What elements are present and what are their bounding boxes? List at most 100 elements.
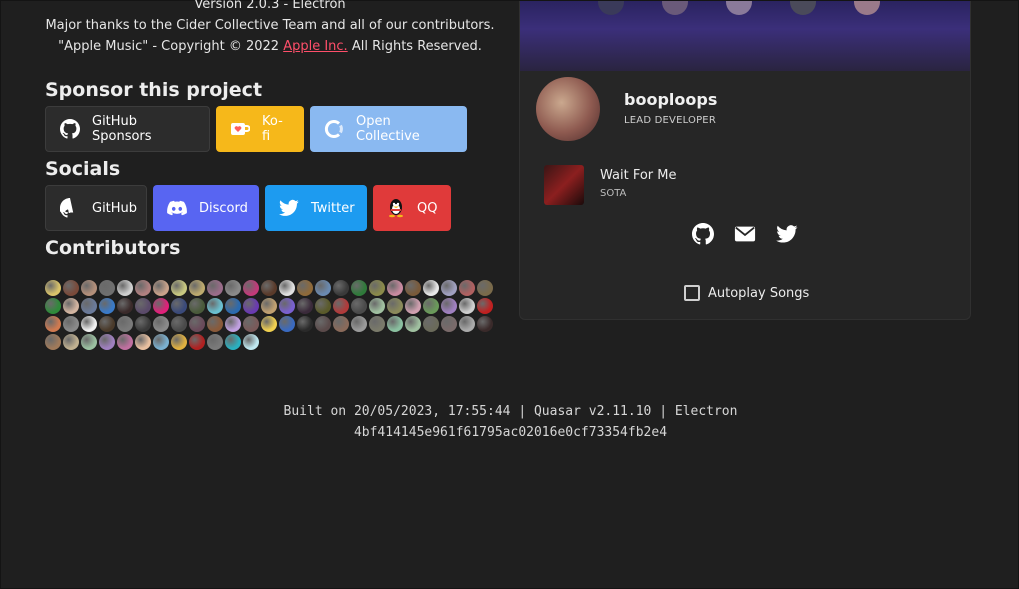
contributor-avatar[interactable] bbox=[243, 280, 259, 296]
contributor-avatar[interactable] bbox=[225, 334, 241, 350]
contributor-avatar[interactable] bbox=[423, 298, 439, 314]
contributor-avatar[interactable] bbox=[189, 298, 205, 314]
contributor-avatar[interactable] bbox=[171, 316, 187, 332]
contributor-avatar[interactable] bbox=[81, 298, 97, 314]
contributor-avatar[interactable] bbox=[117, 280, 133, 296]
contributor-avatar[interactable] bbox=[81, 316, 97, 332]
contributor-avatar[interactable] bbox=[153, 298, 169, 314]
contributor-avatar[interactable] bbox=[153, 316, 169, 332]
contributor-avatar[interactable] bbox=[333, 298, 349, 314]
contributor-avatar[interactable] bbox=[351, 280, 367, 296]
contributor-avatar[interactable] bbox=[207, 298, 223, 314]
kofi-button[interactable]: Ko-fi bbox=[216, 106, 304, 152]
contributor-avatar[interactable] bbox=[423, 316, 439, 332]
contributor-avatar[interactable] bbox=[207, 280, 223, 296]
contributor-avatar[interactable] bbox=[117, 298, 133, 314]
contributor-avatar[interactable] bbox=[153, 280, 169, 296]
contributor-avatar[interactable] bbox=[153, 334, 169, 350]
contributor-avatar[interactable] bbox=[279, 280, 295, 296]
banner-avatar[interactable] bbox=[662, 1, 688, 15]
contributor-avatar[interactable] bbox=[351, 316, 367, 332]
contributor-avatar[interactable] bbox=[405, 280, 421, 296]
contributor-avatar[interactable] bbox=[135, 298, 151, 314]
banner-avatar[interactable] bbox=[790, 1, 816, 15]
contributor-avatar[interactable] bbox=[117, 316, 133, 332]
contributor-avatar[interactable] bbox=[99, 280, 115, 296]
contributor-avatar[interactable] bbox=[369, 280, 385, 296]
contributor-avatar[interactable] bbox=[63, 334, 79, 350]
contributor-avatar[interactable] bbox=[225, 316, 241, 332]
contributor-avatar[interactable] bbox=[387, 280, 403, 296]
contributor-avatar[interactable] bbox=[135, 334, 151, 350]
mail-icon[interactable] bbox=[734, 223, 756, 245]
contributor-avatar[interactable] bbox=[99, 334, 115, 350]
contributor-avatar[interactable] bbox=[45, 298, 61, 314]
contributor-avatar[interactable] bbox=[63, 316, 79, 332]
contributor-avatar[interactable] bbox=[171, 298, 187, 314]
contributor-avatar[interactable] bbox=[189, 280, 205, 296]
qq-button[interactable]: QQ bbox=[373, 185, 451, 231]
twitter-icon[interactable] bbox=[776, 223, 798, 245]
contributor-avatar[interactable] bbox=[81, 280, 97, 296]
contributor-avatar[interactable] bbox=[297, 280, 313, 296]
contributor-avatar[interactable] bbox=[441, 298, 457, 314]
contributor-avatar[interactable] bbox=[117, 334, 133, 350]
contributor-avatar[interactable] bbox=[207, 316, 223, 332]
banner-avatar[interactable] bbox=[854, 1, 880, 15]
autoplay-checkbox[interactable] bbox=[684, 285, 700, 301]
open-collective-button[interactable]: Open Collective bbox=[310, 106, 467, 152]
contributor-avatar[interactable] bbox=[261, 280, 277, 296]
contributor-avatar[interactable] bbox=[369, 298, 385, 314]
contributor-avatar[interactable] bbox=[171, 280, 187, 296]
contributor-avatar[interactable] bbox=[459, 316, 475, 332]
contributor-avatar[interactable] bbox=[333, 280, 349, 296]
apple-link[interactable]: Apple Inc. bbox=[283, 39, 348, 54]
contributor-avatar[interactable] bbox=[243, 316, 259, 332]
contributor-avatar[interactable] bbox=[243, 334, 259, 350]
contributor-avatar[interactable] bbox=[333, 316, 349, 332]
contributor-avatar[interactable] bbox=[225, 298, 241, 314]
contributor-avatar[interactable] bbox=[135, 316, 151, 332]
contributor-avatar[interactable] bbox=[135, 280, 151, 296]
contributor-avatar[interactable] bbox=[477, 316, 493, 332]
contributor-avatar[interactable] bbox=[477, 280, 493, 296]
contributor-avatar[interactable] bbox=[315, 298, 331, 314]
github-button[interactable]: GitHub bbox=[45, 185, 147, 231]
contributor-avatar[interactable] bbox=[351, 298, 367, 314]
discord-button[interactable]: Discord bbox=[153, 185, 259, 231]
contributor-avatar[interactable] bbox=[369, 316, 385, 332]
contributor-avatar[interactable] bbox=[63, 280, 79, 296]
contributor-avatar[interactable] bbox=[459, 280, 475, 296]
contributor-avatar[interactable] bbox=[315, 316, 331, 332]
contributor-avatar[interactable] bbox=[45, 280, 61, 296]
song-artwork[interactable] bbox=[544, 165, 584, 205]
banner-avatar[interactable] bbox=[598, 1, 624, 15]
contributor-avatar[interactable] bbox=[405, 316, 421, 332]
contributor-avatar[interactable] bbox=[171, 334, 187, 350]
contributor-avatar[interactable] bbox=[387, 316, 403, 332]
github-icon[interactable] bbox=[692, 223, 714, 245]
contributor-avatar[interactable] bbox=[441, 316, 457, 332]
contributor-avatar[interactable] bbox=[315, 280, 331, 296]
contributor-avatar[interactable] bbox=[279, 316, 295, 332]
contributor-avatar[interactable] bbox=[207, 334, 223, 350]
autoplay-toggle[interactable]: Autoplay Songs bbox=[684, 285, 809, 301]
contributor-avatar[interactable] bbox=[189, 316, 205, 332]
contributor-avatar[interactable] bbox=[189, 334, 205, 350]
contributor-avatar[interactable] bbox=[279, 298, 295, 314]
contributor-avatar[interactable] bbox=[243, 298, 259, 314]
contributor-avatar[interactable] bbox=[225, 280, 241, 296]
contributor-avatar[interactable] bbox=[423, 280, 439, 296]
contributor-avatar[interactable] bbox=[63, 298, 79, 314]
contributor-avatar[interactable] bbox=[297, 298, 313, 314]
contributor-avatar[interactable] bbox=[459, 298, 475, 314]
contributor-avatar[interactable] bbox=[45, 334, 61, 350]
banner-avatar[interactable] bbox=[726, 1, 752, 15]
contributor-avatar[interactable] bbox=[81, 334, 97, 350]
contributor-avatar[interactable] bbox=[99, 298, 115, 314]
contributor-avatar[interactable] bbox=[99, 316, 115, 332]
contributor-avatar[interactable] bbox=[405, 298, 421, 314]
contributor-avatar[interactable] bbox=[477, 298, 493, 314]
contributor-avatar[interactable] bbox=[261, 316, 277, 332]
song-title[interactable]: Wait For Me bbox=[600, 168, 677, 183]
